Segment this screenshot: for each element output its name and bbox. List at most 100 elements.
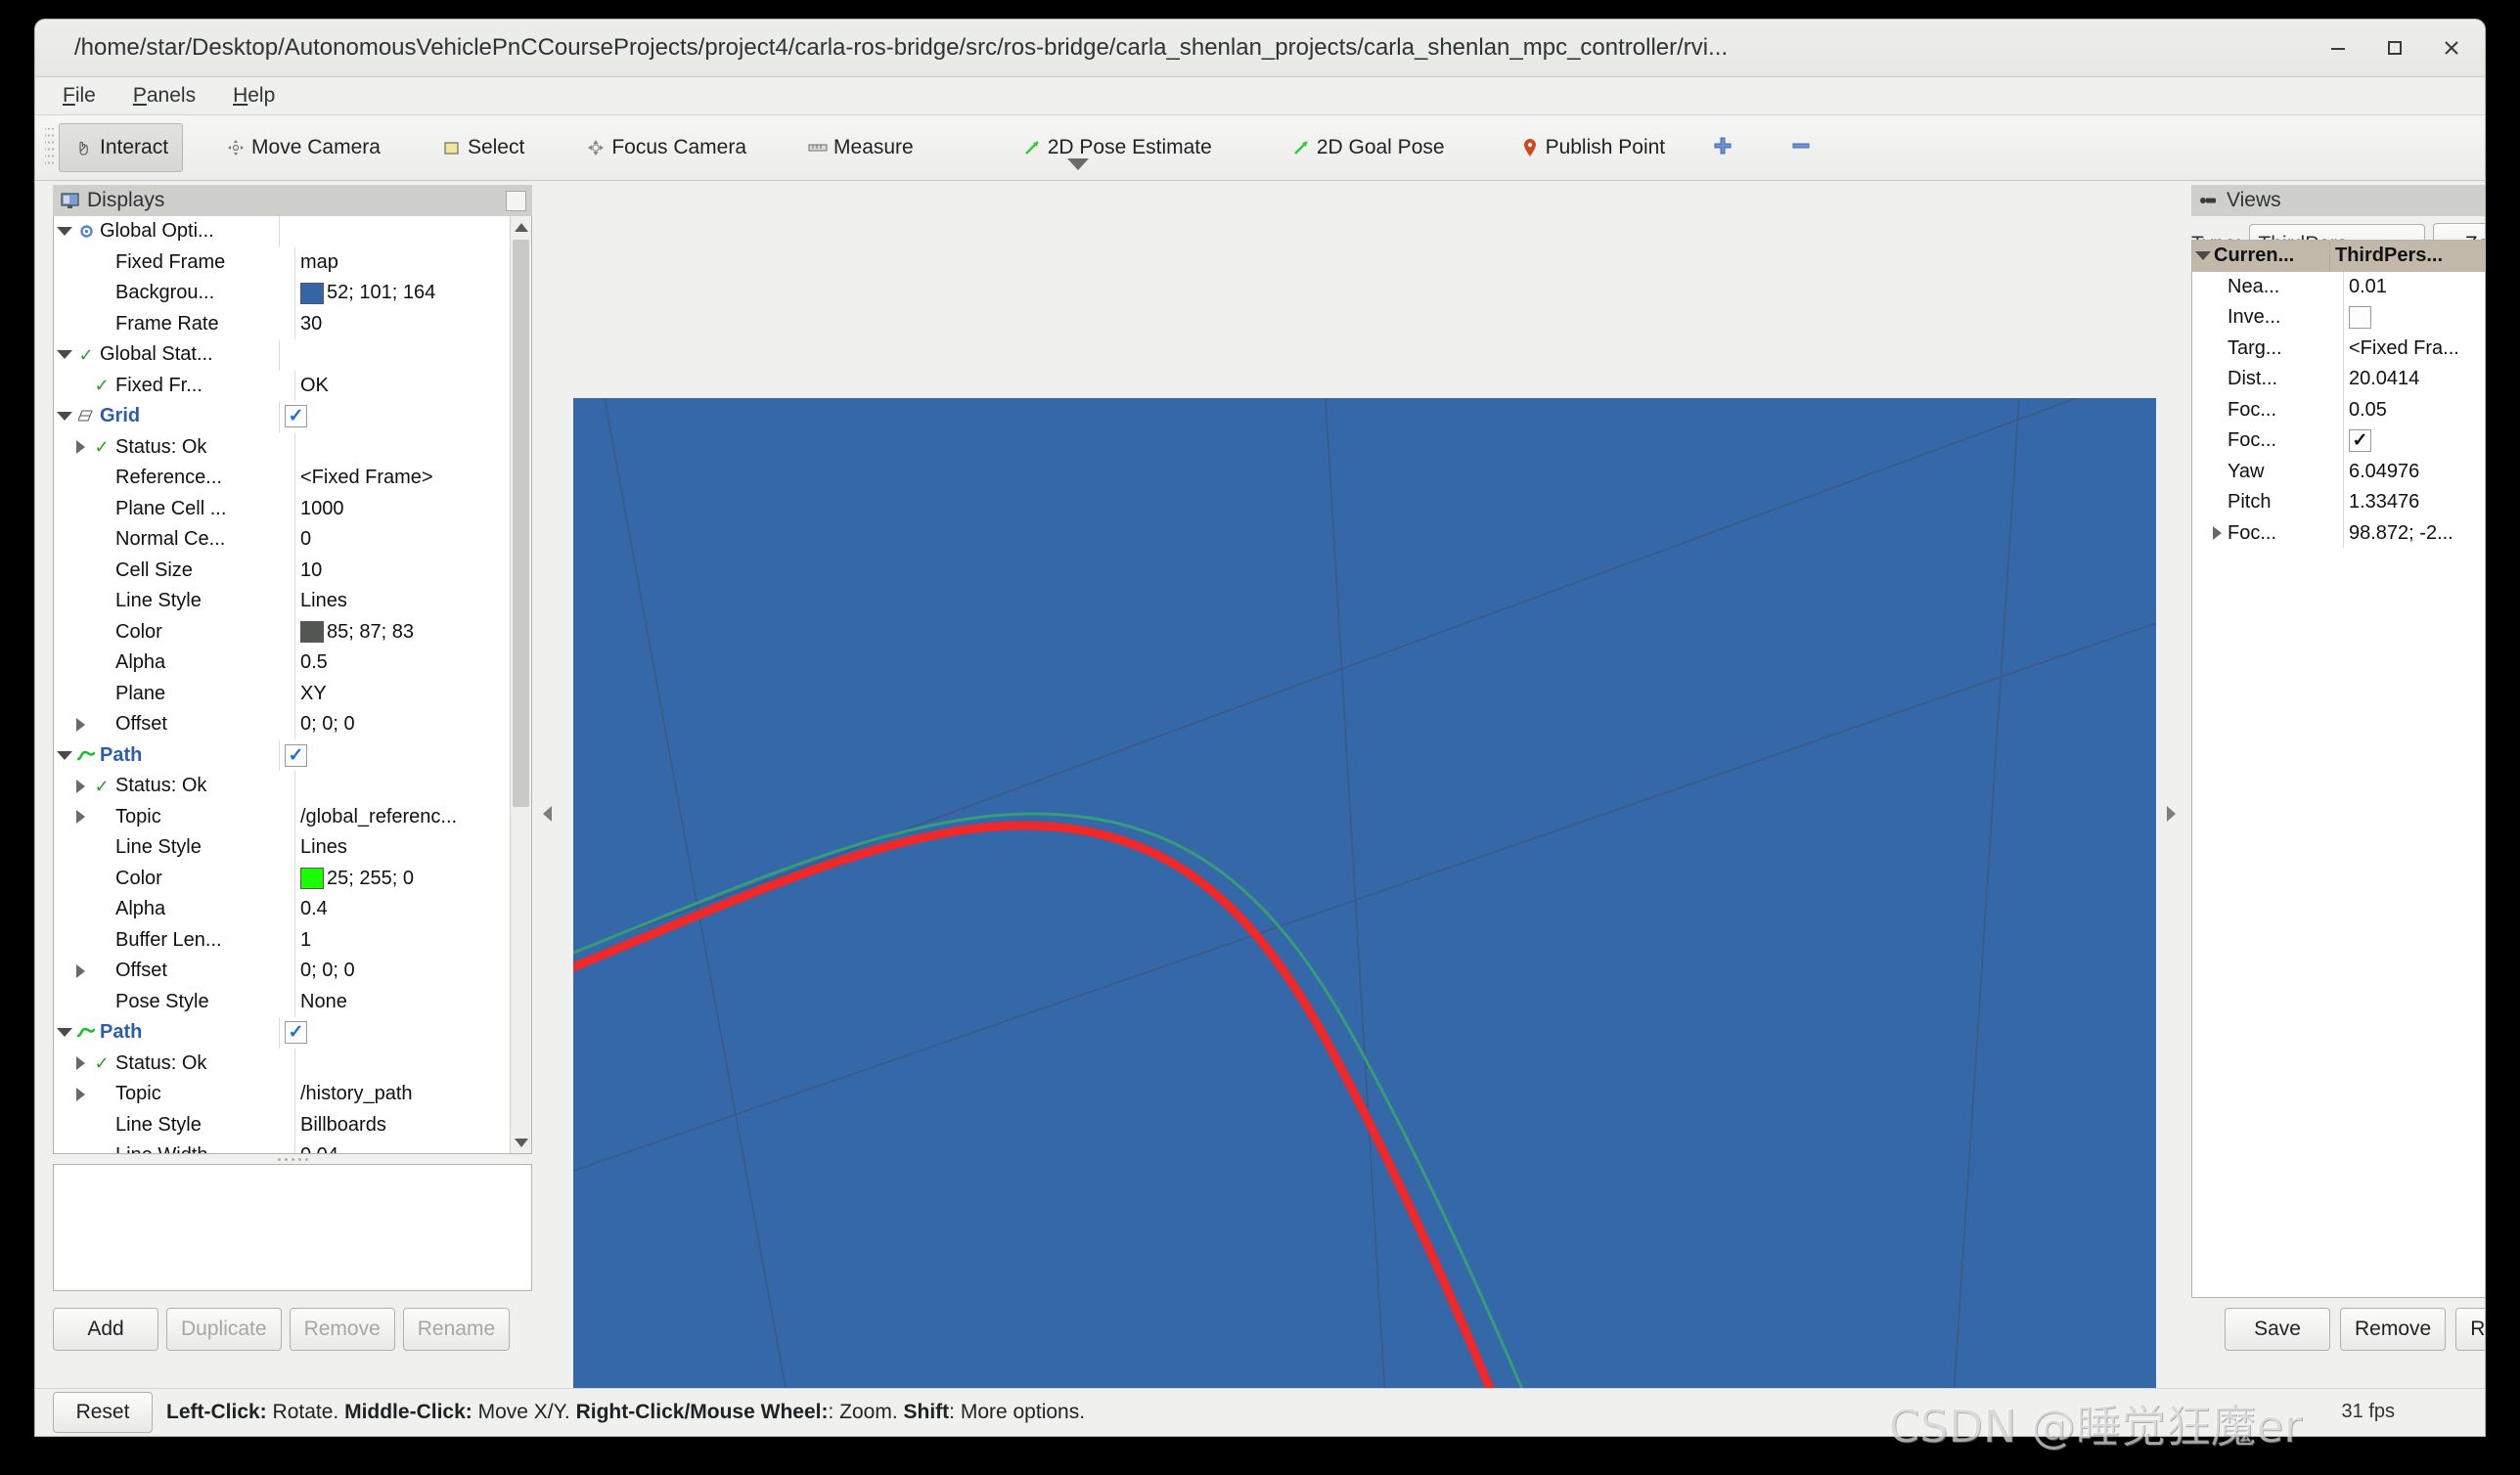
tool-2d-pose-estimate[interactable]: 2D Pose Estimate bbox=[1007, 123, 1227, 172]
twisty-collapsed-icon[interactable] bbox=[69, 709, 91, 740]
menu-help[interactable]: Help bbox=[227, 82, 281, 110]
view-property-value-cell[interactable]: ThirdPers... bbox=[2329, 241, 2485, 272]
scroll-up-icon[interactable] bbox=[511, 216, 531, 238]
display-property-row[interactable]: Reference... <Fixed Frame> bbox=[54, 463, 531, 494]
displays-scrollbar[interactable] bbox=[510, 216, 531, 1153]
menu-panels[interactable]: Panels bbox=[127, 82, 202, 110]
display-property-value-cell[interactable]: 85; 87; 83 bbox=[294, 616, 531, 648]
views-rename-button[interactable]: Rename bbox=[2455, 1308, 2485, 1351]
views-remove-button[interactable]: Remove bbox=[2340, 1308, 2447, 1351]
tool-move-camera[interactable]: Move Camera bbox=[210, 123, 395, 172]
display-property-value-cell[interactable]: XY bbox=[294, 678, 531, 709]
view-property-checkbox[interactable] bbox=[2349, 306, 2371, 330]
reset-button[interactable]: Reset bbox=[53, 1392, 153, 1433]
twisty-expanded-icon[interactable] bbox=[54, 401, 75, 432]
display-property-value-cell[interactable]: 10 bbox=[294, 555, 531, 586]
views-current-header-row[interactable]: Curren... ThirdPers... bbox=[2192, 241, 2485, 272]
view-property-row[interactable]: Foc... 0.05 bbox=[2192, 394, 2485, 425]
display-property-row[interactable]: Normal Ce... 0 bbox=[54, 524, 531, 556]
twisty-expanded-icon[interactable] bbox=[54, 740, 75, 772]
display-property-value-cell[interactable]: 0.4 bbox=[294, 894, 531, 925]
display-property-row[interactable]: Cell Size 10 bbox=[54, 555, 531, 586]
display-property-value-cell[interactable] bbox=[294, 771, 531, 802]
menu-file[interactable]: File bbox=[57, 82, 102, 110]
twisty-collapsed-icon[interactable] bbox=[69, 1079, 91, 1110]
display-property-value-cell[interactable] bbox=[279, 216, 531, 247]
render-viewport-3d[interactable] bbox=[573, 398, 2156, 1436]
color-swatch[interactable] bbox=[300, 868, 324, 890]
display-property-row[interactable]: ✓ Fixed Fr... OK bbox=[54, 370, 531, 401]
views-save-button[interactable]: Save bbox=[2225, 1308, 2330, 1351]
display-property-value-cell[interactable]: 0.04 bbox=[294, 1140, 531, 1153]
display-property-value-cell[interactable]: 30 bbox=[294, 308, 531, 339]
view-property-row[interactable]: Yaw 6.04976 bbox=[2192, 456, 2485, 487]
display-property-row[interactable]: Pose Style None bbox=[54, 986, 531, 1017]
tool-publish-point[interactable]: Publish Point bbox=[1505, 123, 1681, 172]
twisty-collapsed-icon[interactable] bbox=[69, 956, 91, 987]
display-property-row[interactable]: Plane Cell ... 1000 bbox=[54, 493, 531, 524]
display-property-row[interactable]: Grid ✓ bbox=[54, 401, 531, 432]
display-property-row[interactable]: Buffer Len... 1 bbox=[54, 924, 531, 956]
view-property-value-cell[interactable]: 6.04976 bbox=[2343, 456, 2485, 487]
view-property-checkbox[interactable]: ✓ bbox=[2349, 429, 2371, 453]
minimize-button[interactable] bbox=[2318, 28, 2358, 67]
view-property-row[interactable]: Dist... 20.0414 bbox=[2192, 364, 2485, 395]
display-property-row[interactable]: Path ✓ bbox=[54, 739, 531, 772]
view-property-value-cell[interactable]: 0.01 bbox=[2343, 271, 2485, 302]
display-property-value-cell[interactable] bbox=[279, 339, 531, 371]
tool-2d-goal-pose[interactable]: 2D Goal Pose bbox=[1276, 123, 1460, 172]
display-property-value-cell[interactable]: ✓ bbox=[279, 1017, 531, 1049]
display-property-value-cell[interactable]: 0; 0; 0 bbox=[294, 956, 531, 987]
twisty-expanded-icon[interactable] bbox=[54, 339, 75, 371]
twisty-collapsed-icon[interactable] bbox=[2206, 518, 2228, 550]
close-button[interactable] bbox=[2432, 28, 2471, 67]
display-property-value-cell[interactable]: ✓ bbox=[279, 739, 531, 771]
display-property-row[interactable]: Line Style Lines bbox=[54, 586, 531, 617]
tool-select[interactable]: Select bbox=[427, 123, 539, 172]
view-property-value-cell[interactable]: 1.33476 bbox=[2343, 487, 2485, 518]
view-property-value-cell[interactable]: 0.05 bbox=[2343, 394, 2485, 425]
view-property-value-cell[interactable] bbox=[2343, 302, 2485, 334]
plus-icon[interactable] bbox=[1711, 134, 1734, 162]
display-property-value-cell[interactable]: Billboards bbox=[294, 1109, 531, 1140]
display-property-value-cell[interactable]: Lines bbox=[294, 832, 531, 864]
view-property-value-cell[interactable]: <Fixed Fra... bbox=[2343, 333, 2485, 364]
tool-interact[interactable]: Interact bbox=[59, 123, 184, 172]
add-button[interactable]: Add bbox=[53, 1308, 158, 1351]
display-property-row[interactable]: ✓ Status: Ok bbox=[54, 431, 531, 464]
display-property-value-cell[interactable]: 0 bbox=[294, 524, 531, 556]
display-property-value-cell[interactable]: map bbox=[294, 246, 531, 278]
view-property-row[interactable]: Foc... 98.872; -2... bbox=[2192, 517, 2485, 550]
view-property-value-cell[interactable]: 98.872; -2... bbox=[2343, 517, 2485, 549]
twisty-expanded-icon[interactable] bbox=[2192, 241, 2214, 272]
display-property-value-cell[interactable]: 0; 0; 0 bbox=[294, 709, 531, 740]
enable-display-checkbox[interactable]: ✓ bbox=[285, 1021, 307, 1045]
view-property-row[interactable]: Nea... 0.01 bbox=[2192, 271, 2485, 302]
enable-display-checkbox[interactable]: ✓ bbox=[285, 743, 307, 767]
tool-focus-camera[interactable]: Focus Camera bbox=[570, 123, 761, 172]
chevron-down-icon[interactable] bbox=[1067, 158, 1089, 170]
enable-display-checkbox[interactable]: ✓ bbox=[285, 405, 307, 428]
twisty-collapsed-icon[interactable] bbox=[69, 432, 91, 464]
display-property-row[interactable]: Offset 0; 0; 0 bbox=[54, 709, 531, 740]
display-property-value-cell[interactable]: Lines bbox=[294, 586, 531, 617]
float-panel-icon[interactable] bbox=[506, 191, 526, 211]
display-property-row[interactable]: Line Style Billboards bbox=[54, 1109, 531, 1140]
view-property-row[interactable]: Inve... bbox=[2192, 302, 2485, 334]
display-property-value-cell[interactable]: 1000 bbox=[294, 493, 531, 524]
scroll-thumb[interactable] bbox=[513, 240, 529, 807]
display-property-row[interactable]: Fixed Frame map bbox=[54, 246, 531, 278]
display-property-row[interactable]: Backgrou... 52; 101; 164 bbox=[54, 278, 531, 309]
twisty-collapsed-icon[interactable] bbox=[69, 1049, 91, 1080]
display-property-row[interactable]: Frame Rate 30 bbox=[54, 308, 531, 339]
toolbar-grip[interactable] bbox=[45, 128, 55, 167]
view-property-row[interactable]: Targ... <Fixed Fra... bbox=[2192, 333, 2485, 364]
display-property-row[interactable]: Line Style Lines bbox=[54, 832, 531, 864]
tool-measure[interactable]: Measure bbox=[792, 123, 928, 172]
maximize-button[interactable] bbox=[2375, 28, 2414, 67]
twisty-collapsed-icon[interactable] bbox=[69, 771, 91, 802]
view-property-value-cell[interactable]: 20.0414 bbox=[2343, 364, 2485, 395]
view-property-row[interactable]: Pitch 1.33476 bbox=[2192, 487, 2485, 518]
color-swatch[interactable] bbox=[300, 621, 324, 644]
display-property-value-cell[interactable]: /global_referenc... bbox=[294, 801, 531, 832]
